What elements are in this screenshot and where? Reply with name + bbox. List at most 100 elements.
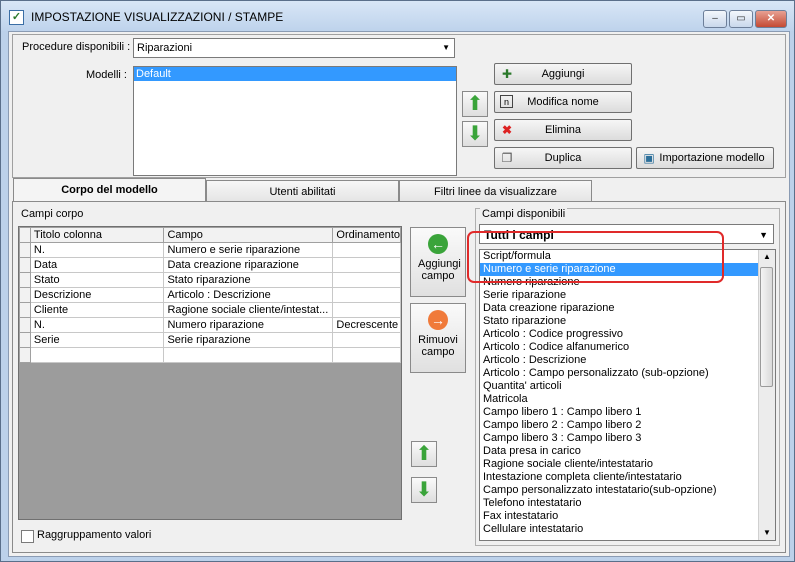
duplica-label: Duplica xyxy=(544,152,582,164)
cell-campo[interactable]: Serie riparazione xyxy=(163,332,334,348)
cell-ordinamento[interactable] xyxy=(332,272,401,288)
list-item[interactable]: Stato riparazione xyxy=(480,315,758,328)
close-button[interactable]: ✕ xyxy=(755,10,787,28)
cell-ordinamento[interactable] xyxy=(332,332,401,348)
table-row[interactable] xyxy=(19,347,401,363)
list-item[interactable]: Articolo : Codice progressivo xyxy=(480,328,758,341)
window-client-area: Procedure disponibili : Riparazioni ▼ Mo… xyxy=(8,31,790,557)
move-up-button[interactable]: ⬆ xyxy=(462,91,488,117)
minimize-button[interactable]: – xyxy=(703,10,727,28)
cell-titolo[interactable]: N. xyxy=(29,317,165,333)
chevron-down-icon: ▼ xyxy=(759,230,768,240)
cell-ordinamento[interactable] xyxy=(332,302,401,318)
table-row[interactable]: N. Numero riparazione Decrescente xyxy=(19,317,401,333)
list-item[interactable]: Articolo : Codice alfanumerico xyxy=(480,341,758,354)
scroll-down-icon[interactable]: ▼ xyxy=(759,526,775,540)
table-row[interactable]: Descrizione Articolo : Descrizione xyxy=(19,287,401,303)
cell-titolo[interactable]: Cliente xyxy=(29,302,165,318)
list-item[interactable]: Data creazione riparazione xyxy=(480,302,758,315)
maximize-button[interactable]: ▭ xyxy=(729,10,753,28)
cell-campo[interactable]: Articolo : Descrizione xyxy=(163,287,334,303)
cell-titolo[interactable]: Descrizione xyxy=(29,287,165,303)
campi-corpo-table[interactable]: Titolo colonna Campo Ordinamento N. Numer… xyxy=(19,227,401,363)
elimina-label: Elimina xyxy=(544,124,582,136)
table-row[interactable]: Cliente Ragione sociale cliente/intestat.… xyxy=(19,302,401,318)
col-header-ordinamento[interactable]: Ordinamento xyxy=(332,227,401,243)
importazione-modello-button[interactable]: ▣ Importazione modello xyxy=(636,147,774,169)
scrollbar-thumb[interactable] xyxy=(760,267,773,387)
row-indicator[interactable] xyxy=(19,257,31,273)
cell-titolo[interactable]: Data xyxy=(29,257,165,273)
cell-ordinamento[interactable] xyxy=(332,242,401,258)
cell-campo[interactable]: Stato riparazione xyxy=(163,272,334,288)
tab-filtri-linee[interactable]: Filtri linee da visualizzare xyxy=(399,180,592,202)
elimina-button[interactable]: ✖ Elimina xyxy=(494,119,632,141)
cell-titolo[interactable]: Serie xyxy=(29,332,165,348)
scroll-up-icon[interactable]: ▲ xyxy=(759,250,775,264)
field-move-up-button[interactable]: ⬆ xyxy=(411,441,437,467)
cell-campo[interactable]: Numero e serie riparazione xyxy=(163,242,334,258)
list-item[interactable]: Ragione sociale cliente/intestatario xyxy=(480,458,758,471)
aggiungi-button[interactable]: ✚ Aggiungi xyxy=(494,63,632,85)
tab-utenti-abilitati[interactable]: Utenti abilitati xyxy=(206,180,399,202)
list-item[interactable]: Articolo : Descrizione xyxy=(480,354,758,367)
cell-campo[interactable]: Numero riparazione xyxy=(163,317,334,333)
tab-corpo-del-modello[interactable]: Corpo del modello xyxy=(13,178,206,202)
cell-ordinamento[interactable] xyxy=(332,287,401,303)
table-row[interactable]: Data Data creazione riparazione xyxy=(19,257,401,273)
cell-titolo[interactable] xyxy=(29,347,165,363)
table-row[interactable]: Stato Stato riparazione xyxy=(19,272,401,288)
cell-campo[interactable] xyxy=(163,347,334,363)
list-item[interactable]: Intestazione completa cliente/intestatar… xyxy=(480,471,758,484)
modifica-nome-button[interactable]: n Modifica nome xyxy=(494,91,632,113)
modelli-list[interactable]: Default xyxy=(133,66,457,176)
table-row[interactable]: Serie Serie riparazione xyxy=(19,332,401,348)
campi-disponibili-list[interactable]: Script/formula Numero e serie riparazione… xyxy=(479,249,776,541)
list-item[interactable]: Campo libero 2 : Campo libero 2 xyxy=(480,419,758,432)
cell-titolo[interactable]: N. xyxy=(29,242,165,258)
move-down-button[interactable]: ⬇ xyxy=(462,121,488,147)
list-item[interactable]: Data presa in carico xyxy=(480,445,758,458)
list-scrollbar[interactable]: ▲ ▼ xyxy=(758,250,775,540)
cell-ordinamento[interactable]: Decrescente xyxy=(332,317,401,333)
campi-corpo-grid[interactable]: Titolo colonna Campo Ordinamento N. Numer… xyxy=(18,226,402,520)
list-item[interactable]: Campo personalizzato intestatario(sub-op… xyxy=(480,484,758,497)
list-item[interactable]: Serie riparazione xyxy=(480,289,758,302)
cell-titolo[interactable]: Stato xyxy=(29,272,165,288)
table-row[interactable]: N. Numero e serie riparazione xyxy=(19,242,401,258)
row-indicator[interactable] xyxy=(19,242,31,258)
row-indicator[interactable] xyxy=(19,287,31,303)
cell-campo[interactable]: Ragione sociale cliente/intestat... xyxy=(163,302,334,318)
aggiungi-campo-button[interactable]: ← Aggiungi campo xyxy=(410,227,466,297)
list-item[interactable]: Cellulare intestatario xyxy=(480,523,758,536)
col-header-titolo[interactable]: Titolo colonna xyxy=(29,227,165,243)
modelli-item-default[interactable]: Default xyxy=(134,67,456,81)
col-header-campo[interactable]: Campo xyxy=(163,227,334,243)
list-item[interactable]: Telefono intestatario xyxy=(480,497,758,510)
list-item[interactable]: Fax intestatario xyxy=(480,510,758,523)
list-item[interactable]: Campo libero 3 : Campo libero 3 xyxy=(480,432,758,445)
row-indicator[interactable] xyxy=(19,302,31,318)
import-icon: ▣ xyxy=(643,151,655,165)
rimuovi-campo-button[interactable]: → Rimuovi campo xyxy=(410,303,466,373)
list-item[interactable]: Matricola xyxy=(480,393,758,406)
importazione-label: Importazione modello xyxy=(659,152,765,164)
procedure-label: Procedure disponibili : xyxy=(22,41,131,53)
field-move-down-button[interactable]: ⬇ xyxy=(411,477,437,503)
duplica-button[interactable]: ❐ Duplica xyxy=(494,147,632,169)
cell-ordinamento[interactable] xyxy=(332,347,401,363)
cell-campo[interactable]: Data creazione riparazione xyxy=(163,257,334,273)
raggruppamento-checkbox[interactable] xyxy=(21,530,34,543)
cell-ordinamento[interactable] xyxy=(332,257,401,273)
row-indicator[interactable] xyxy=(19,272,31,288)
row-indicator[interactable] xyxy=(19,347,31,363)
list-item[interactable]: Campo libero 1 : Campo libero 1 xyxy=(480,406,758,419)
row-indicator[interactable] xyxy=(19,317,31,333)
arrow-right-icon: → xyxy=(428,310,448,330)
list-item[interactable]: Articolo : Campo personalizzato (sub-opz… xyxy=(480,367,758,380)
window-title: IMPOSTAZIONE VISUALIZZAZIONI / STAMPE xyxy=(31,10,284,24)
list-item[interactable]: Quantita' articoli xyxy=(480,380,758,393)
row-indicator[interactable] xyxy=(19,332,31,348)
campi-corpo-label: Campi corpo xyxy=(21,208,84,220)
procedure-select[interactable]: Riparazioni ▼ xyxy=(133,38,455,58)
